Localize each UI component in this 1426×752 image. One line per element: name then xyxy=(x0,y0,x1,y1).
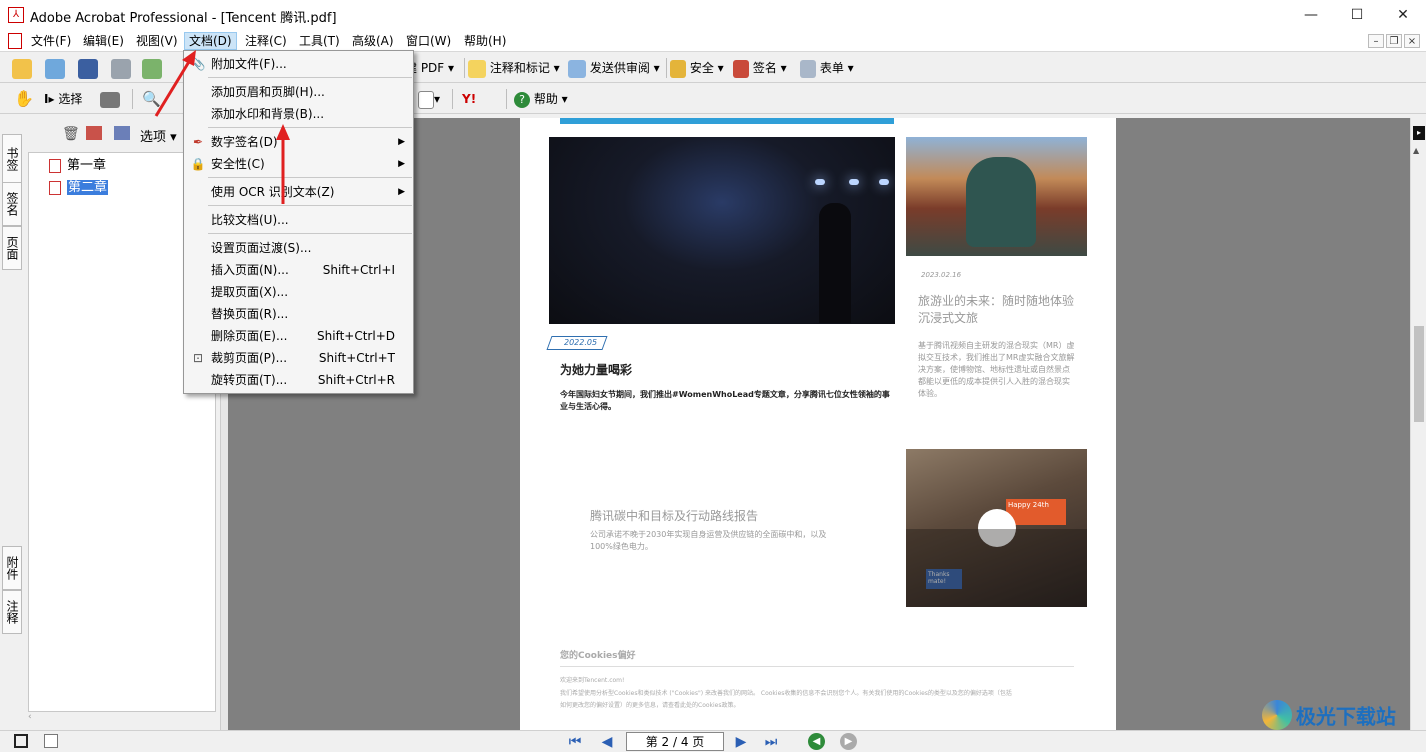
annotation-arrows xyxy=(154,50,290,204)
arrow-to-menu xyxy=(154,59,192,117)
arrow-head-item xyxy=(276,124,290,140)
